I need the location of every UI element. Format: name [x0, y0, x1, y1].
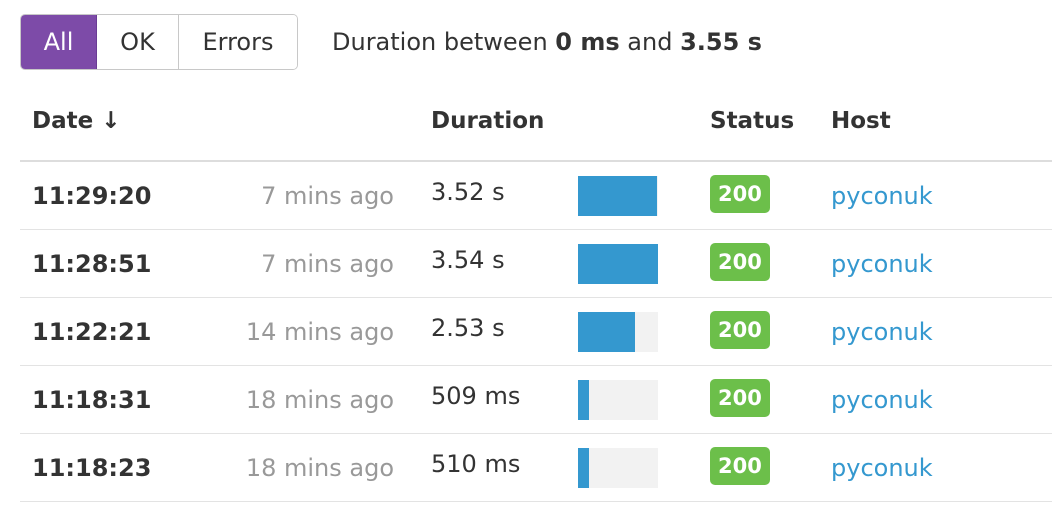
date-column-header[interactable]: Date ↓	[32, 108, 121, 134]
status-cell: 200	[710, 434, 770, 501]
status-cell: 200	[710, 298, 770, 365]
status-column-header: Status	[710, 108, 795, 134]
host-column-header: Host	[831, 108, 891, 134]
status-cell: 200	[710, 366, 770, 433]
request-time: 11:22:21	[32, 317, 152, 346]
duration-bar-cell	[578, 298, 658, 365]
table-body: 11:29:20 7 mins ago 3.52 s 200 pyconuk 11:28:…	[20, 162, 1052, 502]
host-link[interactable]: pyconuk	[831, 230, 933, 297]
requests-table: Date ↓ Duration Status Host 11:29:20 7 mi…	[20, 92, 1052, 502]
duration-range-max: 3.55 s	[680, 28, 762, 56]
request-duration: 3.54 s	[431, 245, 505, 274]
table-row[interactable]: 11:18:23 18 mins ago 510 ms 200 pyconuk	[20, 434, 1052, 502]
duration-range-min: 0 ms	[555, 28, 620, 56]
status-badge: 200	[710, 242, 770, 281]
filter-toolbar: All OK Errors Duration between 0 ms and …	[20, 14, 762, 70]
request-relative-time: 7 mins ago	[261, 181, 394, 210]
host-link[interactable]: pyconuk	[831, 434, 933, 501]
filter-errors-button[interactable]: Errors	[179, 15, 297, 69]
duration-range-text: Duration between 0 ms and 3.55 s	[332, 28, 762, 56]
duration-range-and: and	[627, 28, 673, 56]
table-row[interactable]: 11:22:21 14 mins ago 2.53 s 200 pyconuk	[20, 298, 1052, 366]
request-relative-time: 18 mins ago	[245, 453, 394, 482]
duration-bar-track	[578, 379, 658, 420]
duration-range-prefix: Duration between	[332, 28, 548, 56]
date-header-label: Date	[32, 108, 94, 134]
status-badge: 200	[710, 310, 770, 349]
filter-all-button[interactable]: All	[21, 15, 97, 69]
request-time: 11:29:20	[32, 181, 152, 210]
status-filter-group: All OK Errors	[20, 14, 298, 70]
status-cell: 200	[710, 162, 770, 229]
status-badge: 200	[710, 446, 770, 485]
duration-bar-cell	[578, 366, 658, 433]
request-duration: 2.53 s	[431, 313, 505, 342]
request-time: 11:28:51	[32, 249, 152, 278]
status-badge: 200	[710, 174, 770, 213]
request-time: 11:18:31	[32, 385, 152, 414]
duration-bar-fill	[578, 243, 658, 284]
request-relative-time: 7 mins ago	[261, 249, 394, 278]
table-row[interactable]: 11:29:20 7 mins ago 3.52 s 200 pyconuk	[20, 162, 1052, 230]
table-header: Date ↓ Duration Status Host	[20, 92, 1052, 162]
request-duration: 510 ms	[431, 449, 521, 478]
duration-bar-fill	[578, 379, 590, 420]
host-link[interactable]: pyconuk	[831, 366, 933, 433]
duration-bar-fill	[578, 447, 590, 488]
table-row[interactable]: 11:18:31 18 mins ago 509 ms 200 pyconuk	[20, 366, 1052, 434]
request-relative-time: 14 mins ago	[245, 317, 394, 346]
duration-bar-fill	[578, 311, 635, 352]
duration-bar-track	[578, 311, 658, 352]
host-link[interactable]: pyconuk	[831, 162, 933, 229]
duration-column-header: Duration	[431, 108, 545, 134]
duration-bar-track	[578, 243, 658, 284]
filter-ok-button[interactable]: OK	[97, 15, 179, 69]
request-duration: 3.52 s	[431, 177, 505, 206]
duration-bar-fill	[578, 175, 658, 216]
request-relative-time: 18 mins ago	[245, 385, 394, 414]
status-badge: 200	[710, 378, 770, 417]
status-cell: 200	[710, 230, 770, 297]
duration-bar-track	[578, 447, 658, 488]
request-time: 11:18:23	[32, 453, 152, 482]
duration-bar-cell	[578, 434, 658, 501]
request-duration: 509 ms	[431, 381, 521, 410]
duration-bar-track	[578, 175, 658, 216]
sort-down-arrow-icon: ↓	[101, 108, 121, 134]
table-row[interactable]: 11:28:51 7 mins ago 3.54 s 200 pyconuk	[20, 230, 1052, 298]
host-link[interactable]: pyconuk	[831, 298, 933, 365]
duration-bar-cell	[578, 230, 658, 297]
duration-bar-cell	[578, 162, 658, 229]
